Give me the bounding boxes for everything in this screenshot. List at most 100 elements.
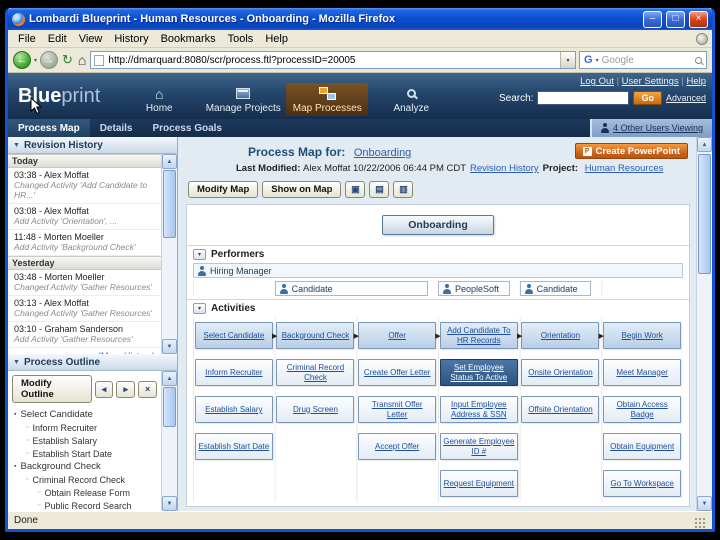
revision-scrollbar[interactable]: ▲ ▼ xyxy=(161,154,177,354)
nav-item-manage-projects[interactable]: Manage Projects xyxy=(202,83,284,116)
process-name-link[interactable]: Onboarding xyxy=(354,147,412,159)
activity-box[interactable]: Generate Employee ID # xyxy=(440,433,518,460)
revision-history-link[interactable]: Revision History xyxy=(470,163,539,177)
activity-box[interactable]: Input Employee Address & SSN xyxy=(440,396,518,423)
back-dropdown-icon[interactable]: ▾ xyxy=(34,57,37,64)
activity-box[interactable]: Meet Manager xyxy=(603,359,681,386)
collapse-activities-icon[interactable]: ▾ xyxy=(193,303,206,314)
outline-scrollbar[interactable]: ▲ ▼ xyxy=(161,371,177,511)
scroll-thumb[interactable] xyxy=(698,154,711,274)
performer-lane-candidate[interactable]: Candidate xyxy=(275,281,428,296)
tab-process-map[interactable]: Process Map xyxy=(8,119,90,137)
menu-edit[interactable]: Edit xyxy=(42,32,73,46)
activity-box[interactable]: Background Check xyxy=(276,322,354,349)
process-root-box[interactable]: Onboarding xyxy=(382,215,494,235)
search-magnifier-icon[interactable] xyxy=(695,57,702,64)
modify-map-button[interactable]: Modify Map xyxy=(188,181,258,198)
tab-details[interactable]: Details xyxy=(90,119,143,137)
activity-box-selected[interactable]: Set Employee Status To Active xyxy=(440,359,518,386)
outline-item[interactable]: ▪ Background Check xyxy=(8,460,161,473)
activity-box[interactable]: Transmit Offer Letter xyxy=(358,396,436,423)
main-scrollbar[interactable]: ▲ ▼ xyxy=(696,137,712,511)
revision-entry[interactable]: 03:10 - Graham Sanderson Add Activity 'G… xyxy=(8,322,161,348)
activity-box[interactable]: Criminal Record Check xyxy=(276,359,354,386)
activity-box[interactable]: Request Equipment xyxy=(440,470,518,497)
user-settings-link[interactable]: User Settings xyxy=(622,76,679,87)
scroll-thumb[interactable] xyxy=(163,170,176,238)
map-tool-print-button[interactable]: ▤ xyxy=(369,181,389,198)
activity-box[interactable]: Offer xyxy=(358,322,436,349)
menu-history[interactable]: History xyxy=(108,32,154,46)
logout-link[interactable]: Log Out xyxy=(580,76,614,87)
revision-history-header[interactable]: ▼ Revision History xyxy=(8,137,177,154)
nav-item-analyze[interactable]: Analyze xyxy=(370,83,452,116)
back-button[interactable]: ← xyxy=(13,51,31,69)
indent-button[interactable]: ▸ xyxy=(116,381,135,398)
nav-item-map-processes[interactable]: Map Processes xyxy=(286,83,368,116)
outline-item[interactable]: ▪ Select Candidate xyxy=(8,408,161,421)
activity-box[interactable]: Offsite Orientation xyxy=(521,396,599,423)
url-text[interactable]: http://dmarquard:8080/scr/process.ftl?pr… xyxy=(108,55,556,66)
web-search-box[interactable]: G ▾ Google xyxy=(579,51,707,69)
collapse-performers-icon[interactable]: ▾ xyxy=(193,249,206,260)
activity-box[interactable]: Establish Start Date xyxy=(195,433,273,460)
address-bar[interactable]: http://dmarquard:8080/scr/process.ftl?pr… xyxy=(90,51,576,69)
outline-item[interactable]: ▫ Inform Recruiter xyxy=(8,421,161,434)
menu-bookmarks[interactable]: Bookmarks xyxy=(155,32,222,46)
tab-process-goals[interactable]: Process Goals xyxy=(143,119,232,137)
activity-box[interactable]: Obtain Equipment xyxy=(603,433,681,460)
modify-outline-button[interactable]: Modify Outline xyxy=(12,375,92,403)
nav-item-home[interactable]: ⌂ Home xyxy=(118,83,200,116)
performer-lane-peoplesoft[interactable]: PeopleSoft xyxy=(438,281,510,296)
activity-box[interactable]: Go To Workspace xyxy=(603,470,681,497)
outdent-button[interactable]: ◂ xyxy=(95,381,114,398)
create-powerpoint-button[interactable]: P Create PowerPoint xyxy=(575,143,688,159)
activity-box[interactable]: Begin Work xyxy=(603,322,681,349)
outline-item[interactable]: ▫ Public Record Search xyxy=(8,499,161,511)
revision-entry[interactable]: 11:48 - Morten Moeller Add Activity 'Bac… xyxy=(8,230,161,256)
home-button[interactable]: ⌂ xyxy=(77,52,87,68)
close-button[interactable]: × xyxy=(689,11,708,28)
activity-box[interactable]: Establish Salary xyxy=(195,396,273,423)
activity-box[interactable]: Onsite Orientation xyxy=(521,359,599,386)
outline-item[interactable]: ▫ Establish Start Date xyxy=(8,447,161,460)
activity-box[interactable]: Inform Recruiter xyxy=(195,359,273,386)
help-link[interactable]: Help xyxy=(686,76,706,87)
advanced-search-link[interactable]: Advanced xyxy=(666,93,706,103)
menu-file[interactable]: File xyxy=(12,32,42,46)
activity-box[interactable]: Accept Offer xyxy=(358,433,436,460)
revision-entry[interactable]: 03:38 - Alex Moffat Changed Activity 'Ad… xyxy=(8,168,161,204)
scroll-down-icon[interactable]: ▼ xyxy=(162,496,177,511)
revision-entry[interactable]: 03:13 - Alex Moffat Changed Activity 'Ga… xyxy=(8,296,161,322)
search-go-button[interactable]: Go xyxy=(633,91,662,105)
activity-box[interactable]: Add Candidate To HR Records xyxy=(440,322,518,349)
activity-box[interactable]: Obtain Access Badge xyxy=(603,396,681,423)
app-search-input[interactable] xyxy=(537,91,629,105)
outline-item[interactable]: ▫ Establish Salary xyxy=(8,434,161,447)
delete-item-button[interactable]: × xyxy=(138,381,157,398)
reload-button[interactable]: ↻ xyxy=(61,52,74,68)
revision-entry[interactable]: 03:08 - Alex Moffat Add Activity 'Orient… xyxy=(8,204,161,230)
map-tool-zoom-button[interactable]: ▣ xyxy=(345,181,365,198)
activity-box[interactable]: Orientation xyxy=(521,322,599,349)
activity-box[interactable]: Create Offer Letter xyxy=(358,359,436,386)
forward-button[interactable]: → xyxy=(40,51,58,69)
map-tool-export-button[interactable]: ▥ xyxy=(393,181,413,198)
scroll-down-icon[interactable]: ▼ xyxy=(162,339,177,354)
resize-grip[interactable] xyxy=(693,516,706,529)
url-dropdown-icon[interactable]: ▾ xyxy=(560,52,575,68)
minimize-button[interactable]: – xyxy=(643,11,662,28)
activity-box[interactable]: Select Candidate xyxy=(195,322,273,349)
search-engine-dropdown-icon[interactable]: ▾ xyxy=(596,57,599,64)
scroll-up-icon[interactable]: ▲ xyxy=(162,154,177,169)
menu-help[interactable]: Help xyxy=(259,32,294,46)
scroll-up-icon[interactable]: ▲ xyxy=(697,137,712,152)
activity-box[interactable]: Drug Screen xyxy=(276,396,354,423)
process-outline-header[interactable]: ▼ Process Outline xyxy=(8,354,177,371)
performer-hiring-manager[interactable]: Hiring Manager xyxy=(193,263,683,278)
project-link[interactable]: Human Resources xyxy=(585,163,664,174)
scroll-thumb[interactable] xyxy=(163,387,176,427)
show-on-map-button[interactable]: Show on Map xyxy=(262,181,341,198)
menu-tools[interactable]: Tools xyxy=(222,32,260,46)
scroll-up-icon[interactable]: ▲ xyxy=(162,371,177,386)
